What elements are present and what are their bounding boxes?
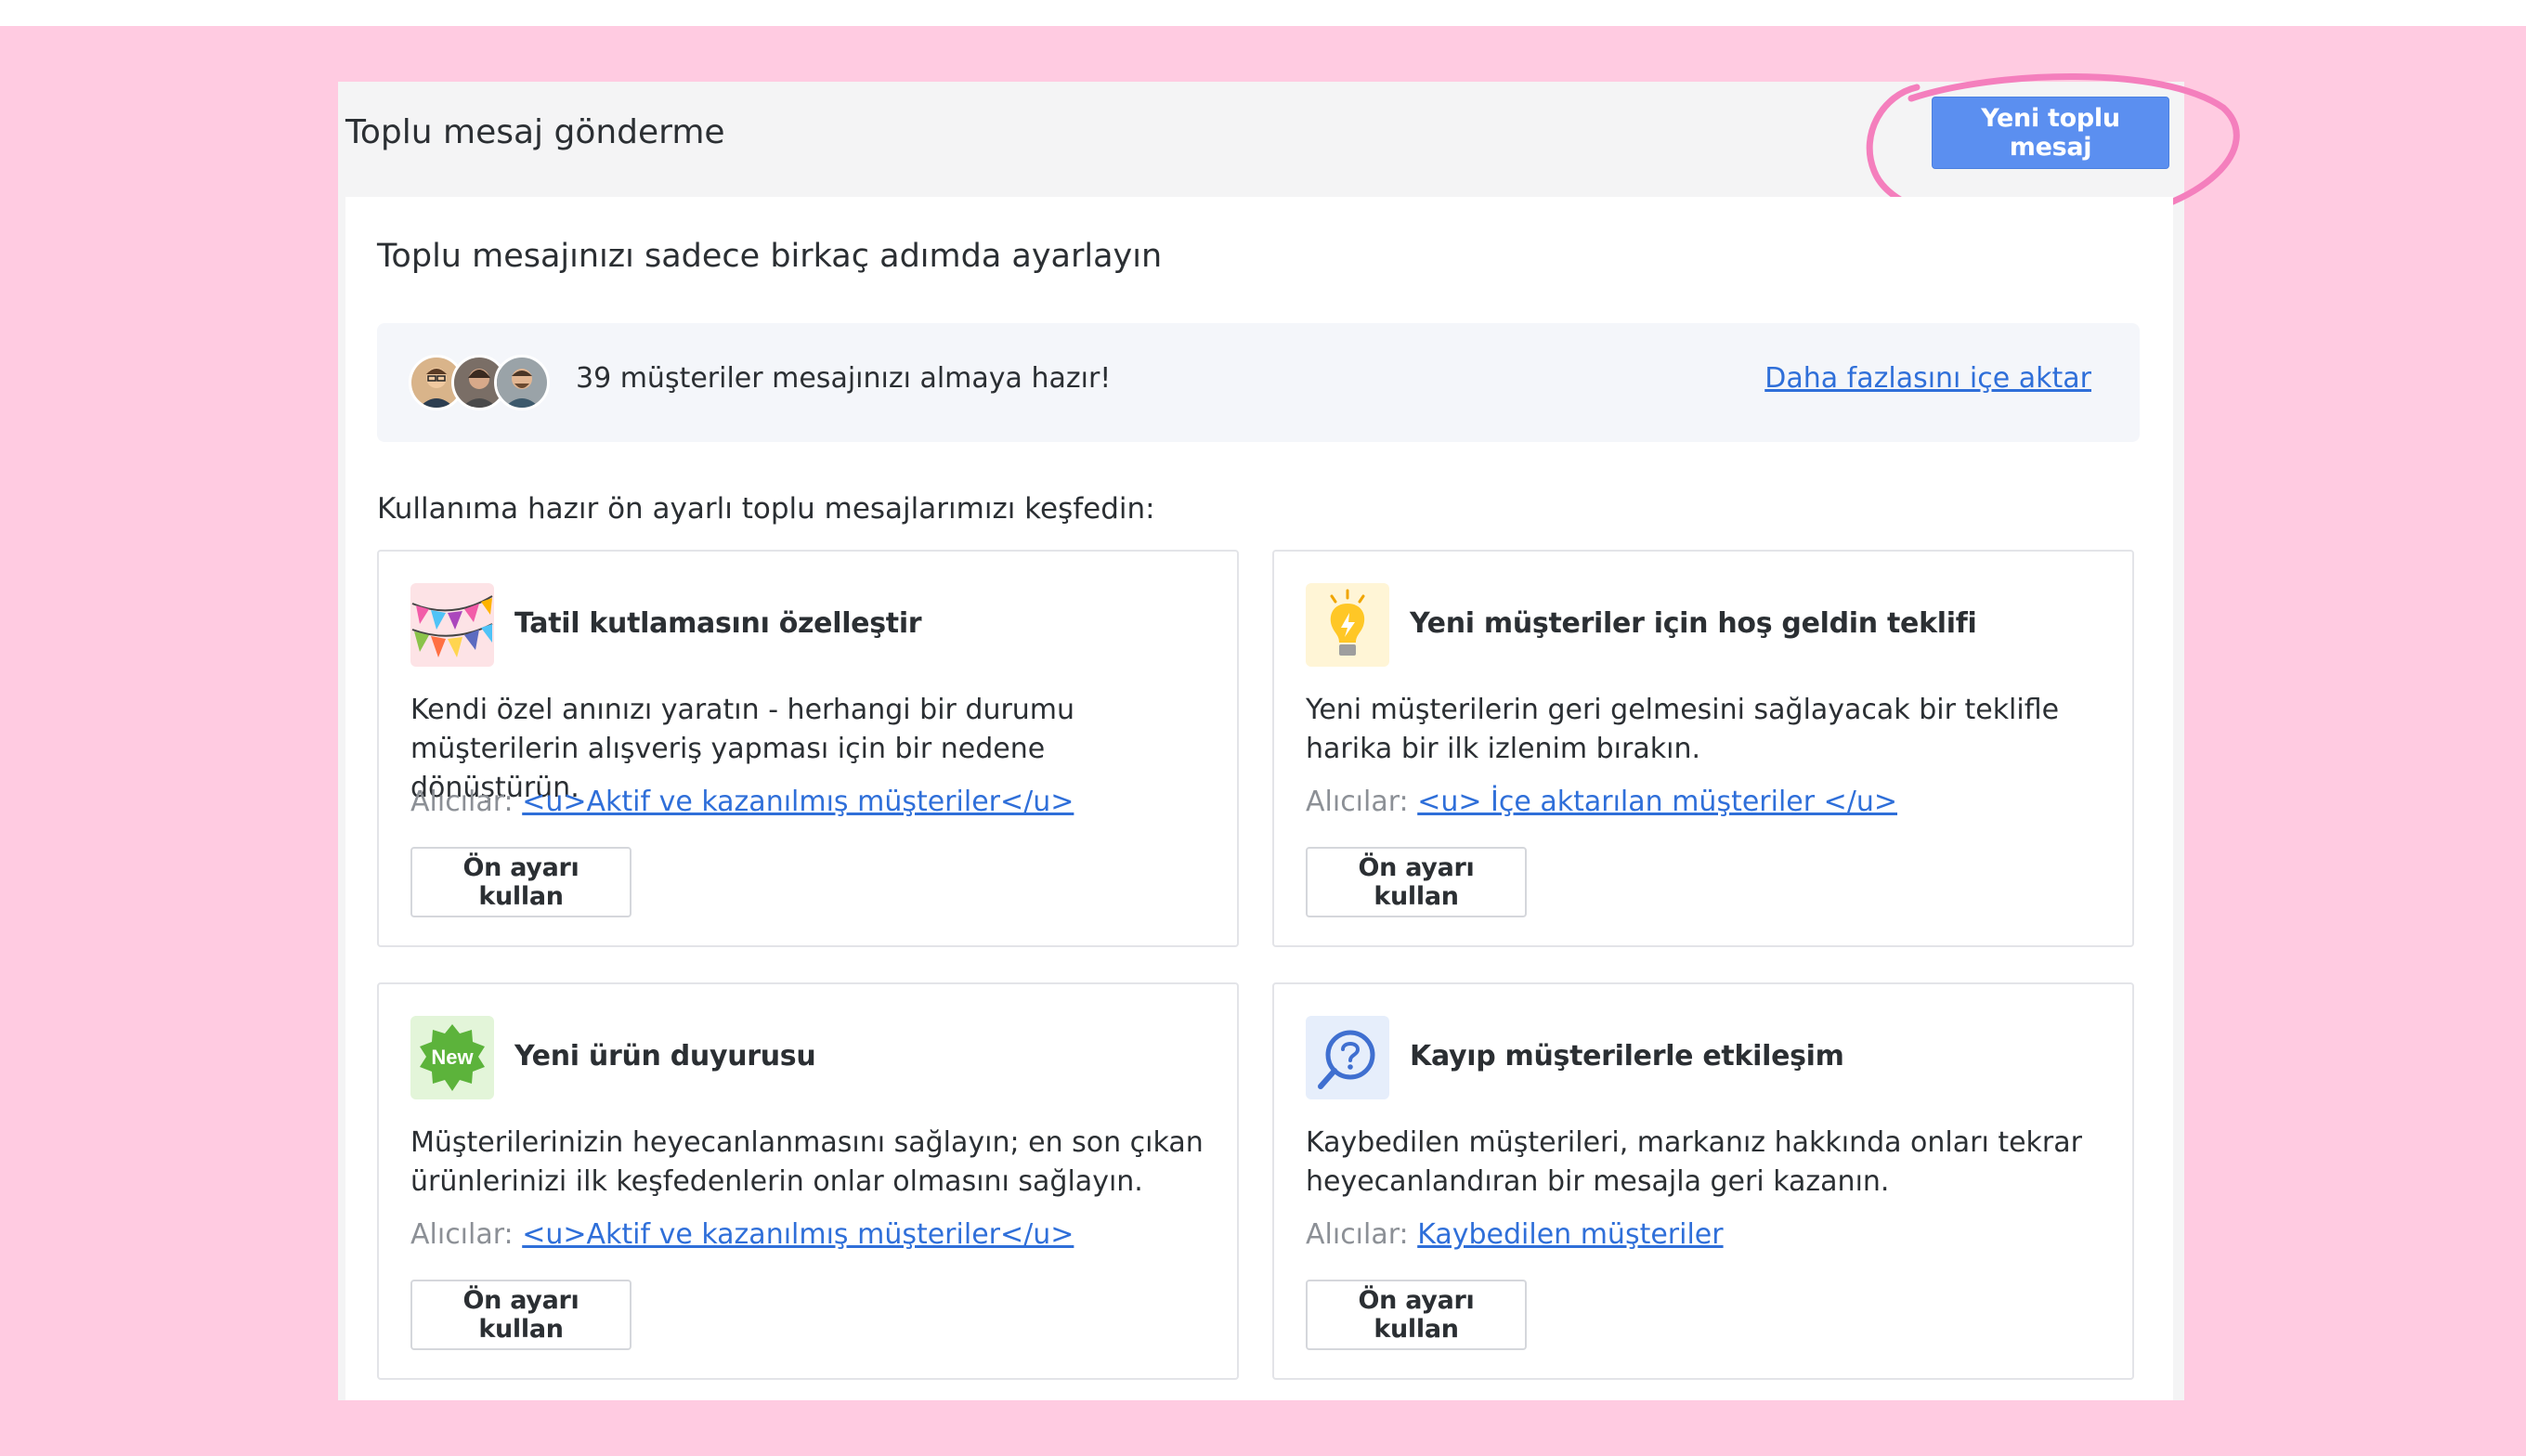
lightbulb-icon xyxy=(1306,583,1389,667)
magnifier-question-icon xyxy=(1306,1016,1389,1099)
preset-recipients: Alıcılar: <u> İçe aktarılan müşteriler <… xyxy=(1306,786,1897,818)
new-broadcast-button[interactable]: Yeni toplu mesaj xyxy=(1932,97,2169,169)
use-preset-button[interactable]: Ön ayarı kullan xyxy=(1306,847,1527,917)
recipients-label: Alıcılar: xyxy=(410,1218,514,1251)
preset-title: Yeni ürün duyurusu xyxy=(514,1040,816,1072)
recipients-link[interactable]: <u>Aktif ve kazanılmış müşteriler</u> xyxy=(522,1218,1074,1251)
preset-card-holiday: Tatil kutlamasını özelleştir Kendi özel … xyxy=(377,550,1239,947)
use-preset-button[interactable]: Ön ayarı kullan xyxy=(410,847,632,917)
broadcast-panel: Toplu mesaj gönderme Yeni toplu mesaj To… xyxy=(338,72,2240,1400)
recipients-label: Alıcılar: xyxy=(1306,786,1409,818)
preset-card-lost-customers: Kayıp müşterilerle etkileşim Kaybedilen … xyxy=(1272,982,2134,1380)
preset-description: Yeni müşterilerin geri gelmesini sağlaya… xyxy=(1306,694,2060,765)
preset-recipients: Alıcılar: <u>Aktif ve kazanılmış müşteri… xyxy=(410,786,1074,818)
preset-recipients: Alıcılar: Kaybedilen müşteriler xyxy=(1306,1218,1724,1251)
use-preset-button[interactable]: Ön ayarı kullan xyxy=(410,1280,632,1350)
use-preset-button[interactable]: Ön ayarı kullan xyxy=(1306,1280,1527,1350)
new-badge-text: New xyxy=(431,1046,474,1069)
preset-title: Kayıp müşterilerle etkileşim xyxy=(1410,1040,1844,1072)
page-title: Toplu mesaj gönderme xyxy=(345,113,725,151)
bunting-flags-icon xyxy=(410,583,494,667)
import-more-link[interactable]: Daha fazlasını içe aktar xyxy=(1764,362,2091,395)
preset-title: Tatil kutlamasını özelleştir xyxy=(514,607,922,640)
preset-card-welcome: Yeni müşteriler için hoş geldin teklifi … xyxy=(1272,550,2134,947)
customers-ready-text: 39 müşteriler mesajınızı almaya hazır! xyxy=(576,362,1112,395)
preset-recipients: Alıcılar: <u>Aktif ve kazanılmış müşteri… xyxy=(410,1218,1074,1251)
explore-presets-text: Kullanıma hazır ön ayarlı toplu mesajlar… xyxy=(377,492,1155,526)
preset-description: Müşterilerinizin heyecanlanmasını sağlay… xyxy=(410,1126,1204,1198)
recipients-label: Alıcılar: xyxy=(410,786,514,818)
new-badge-icon: New xyxy=(410,1016,494,1099)
avatar xyxy=(494,355,550,410)
recipients-label: Alıcılar: xyxy=(1306,1218,1409,1251)
customers-banner: 39 müşteriler mesajınızı almaya hazır! D… xyxy=(377,323,2140,442)
recipients-link[interactable]: <u>Aktif ve kazanılmış müşteriler</u> xyxy=(522,786,1074,818)
recipients-link[interactable]: <u> İçe aktarılan müşteriler </u> xyxy=(1417,786,1897,818)
preset-title: Yeni müşteriler için hoş geldin teklifi xyxy=(1410,607,1977,640)
avatar-group xyxy=(409,355,557,410)
preset-description: Kaybedilen müşterileri, markanız hakkınd… xyxy=(1306,1126,2082,1198)
setup-subtitle: Toplu mesajınızı sadece birkaç adımda ay… xyxy=(377,238,1163,275)
main-content: Toplu mesajınızı sadece birkaç adımda ay… xyxy=(345,197,2173,1400)
recipients-link[interactable]: Kaybedilen müşteriler xyxy=(1417,1218,1723,1251)
preset-card-new-product: New Yeni ürün duyurusu Müşterilerinizin … xyxy=(377,982,1239,1380)
